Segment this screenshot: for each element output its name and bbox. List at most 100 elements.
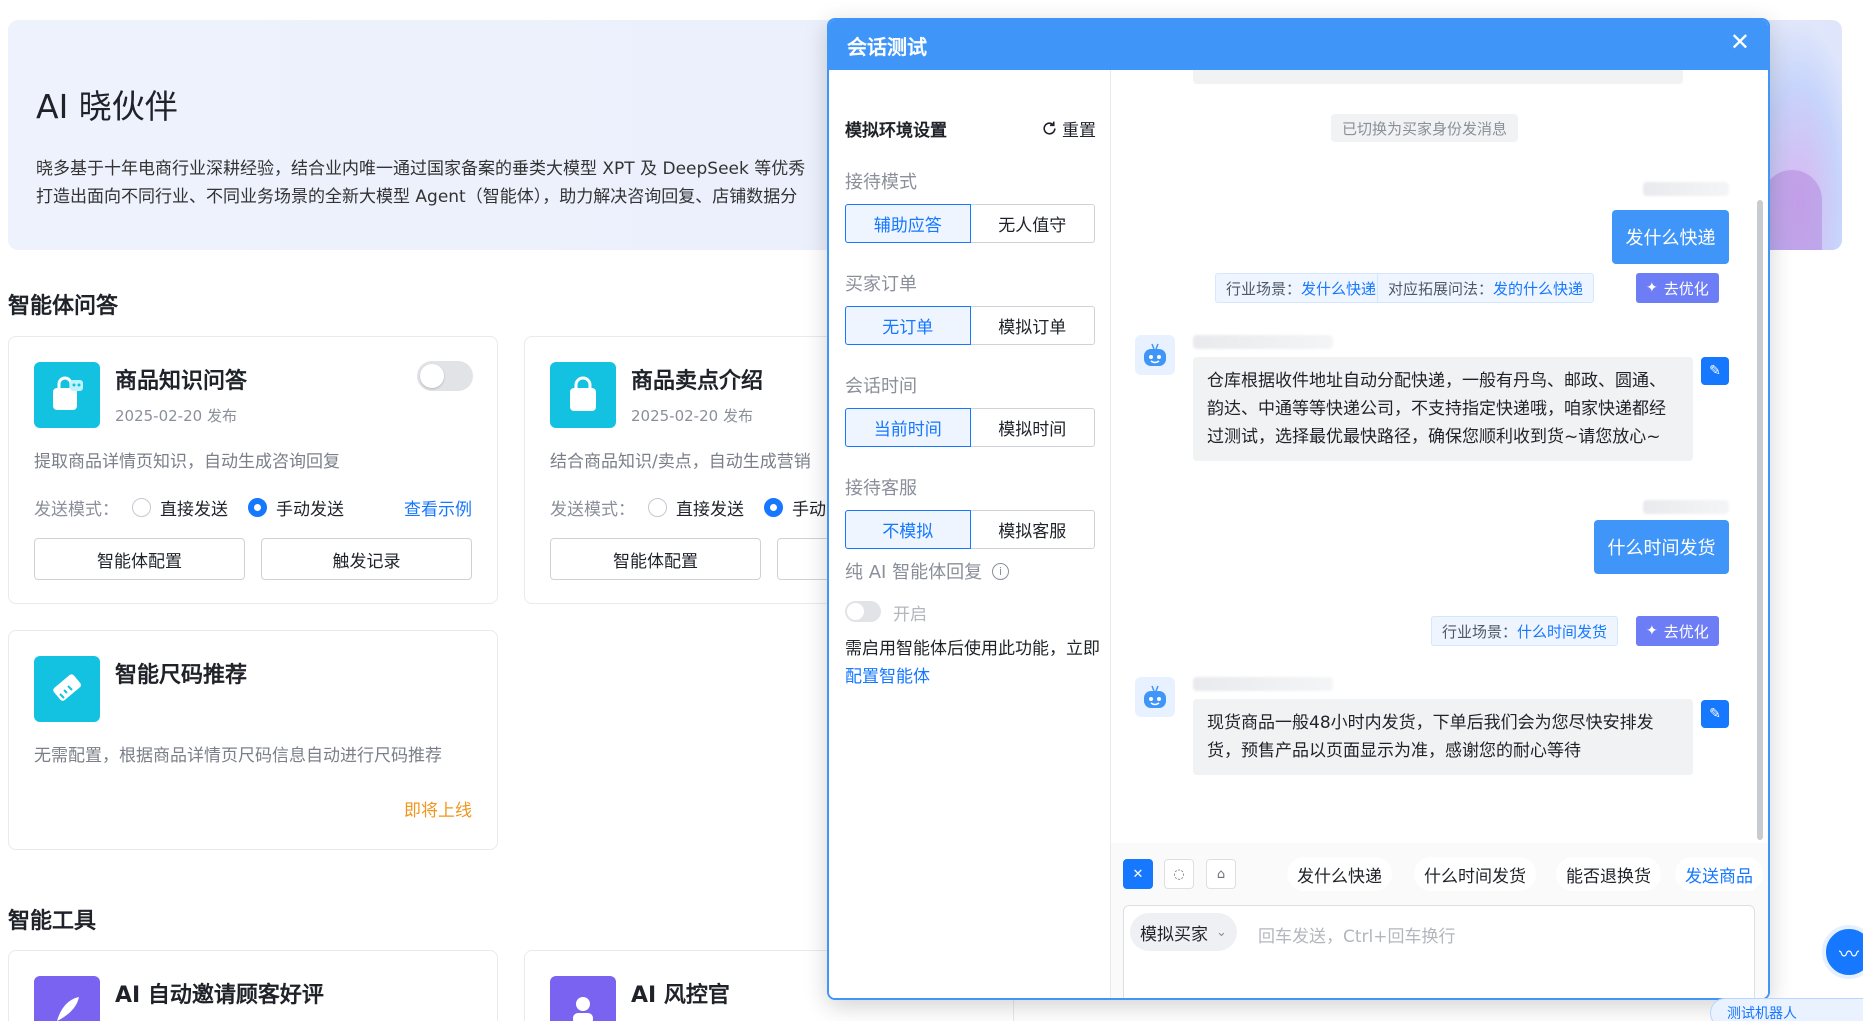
- radio-direct-label: 直接发送: [160, 500, 228, 520]
- radio-manual-label: 手动发送: [276, 500, 344, 520]
- message-input-box[interactable]: 模拟买家 ⌄ 回车发送，Ctrl+回车换行: [1123, 905, 1755, 998]
- chat-input-area: ✕ ◌ ⌂ 发什么快递 什么时间发货 能否退换货 发送商品 模拟买家 ⌄ 回车发…: [1111, 843, 1768, 998]
- banner-desc-line2: 打造出面向不同行业、不同业务场景的全新大模型 Agent（智能体），助力解决咨询…: [36, 187, 798, 207]
- card-auto-review: AI 自动邀请顾客好评: [8, 950, 498, 1021]
- agent-config-button[interactable]: 智能体配置: [34, 538, 245, 580]
- settings-title: 模拟环境设置: [845, 121, 947, 141]
- section-title-agents: 智能体问答: [8, 294, 119, 319]
- seg-mock-time[interactable]: 模拟时间: [970, 408, 1095, 447]
- coming-soon-label: 即将上线: [404, 801, 472, 821]
- banner-title: AI 晓伙伴: [36, 87, 178, 126]
- magic-wand-icon: ✦: [1646, 623, 1658, 639]
- shop-icon[interactable]: ⌂: [1206, 859, 1236, 889]
- seg-mock-order[interactable]: 模拟订单: [970, 306, 1095, 345]
- reception-mode-label: 接待模式: [845, 172, 917, 193]
- edit-icon[interactable]: ✎: [1701, 357, 1729, 385]
- seg-no-order[interactable]: 无订单: [845, 306, 971, 345]
- send-mode-row: 发送模式： 直接发送 手动发送: [34, 495, 362, 520]
- buyer-order-segmented: 无订单 模拟订单: [845, 306, 1095, 345]
- seg-unattended[interactable]: 无人值守: [970, 204, 1095, 243]
- send-mode-label: 发送模式：: [550, 500, 635, 520]
- banner-desc-line1: 晓多基于十年电商行业深耕经验，结合业内唯一通过国家备案的垂类大模型 XPT 及 …: [36, 159, 806, 179]
- info-icon[interactable]: i: [992, 562, 1010, 580]
- card-title: 商品知识问答: [115, 369, 248, 394]
- card-title: AI 自动邀请顾客好评: [115, 983, 324, 1008]
- seg-mock-staff[interactable]: 模拟客服: [970, 510, 1095, 549]
- trigger-record-button[interactable]: 触发记录: [261, 538, 472, 580]
- config-agent-link[interactable]: 配置智能体: [845, 667, 930, 687]
- pure-ai-hint: 需启用智能体后使用此功能，立即 配置智能体: [845, 635, 1100, 691]
- extension-tag-label: 对应拓展问法：: [1388, 279, 1494, 298]
- test-robot-pill[interactable]: 测试机器人: [1710, 998, 1863, 1021]
- clear-icon[interactable]: ✕: [1123, 859, 1153, 889]
- scene-tag-value: 发什么快递: [1301, 279, 1377, 298]
- sender-name-blurred: [1643, 500, 1729, 514]
- magic-wand-icon: ✦: [1646, 280, 1658, 296]
- activity-monitor-icon[interactable]: 〰: [1822, 925, 1863, 979]
- quick-reply-shipping[interactable]: 发什么快递: [1287, 857, 1392, 891]
- chat-test-dialog: 会话测试 ✕ 模拟环境设置 重置 接待模式 辅助应答 无人值守 买家订单 无订单…: [827, 18, 1770, 1000]
- bot-message-bubble: 现货商品一般48小时内发货，下单后我们会为您尽快安排发货，预售产品以页面显示为准…: [1193, 699, 1693, 775]
- radio-manual-send[interactable]: [764, 498, 783, 517]
- radio-direct-label: 直接发送: [676, 500, 744, 520]
- card-description: 提取商品详情页知识，自动生成咨询回复: [34, 452, 340, 472]
- optimize-button[interactable]: ✦ 去优化: [1636, 273, 1719, 303]
- seg-current-time[interactable]: 当前时间: [845, 408, 971, 447]
- card-product-knowledge: 商品知识问答 2025-02-20 发布 提取商品详情页知识，自动生成咨询回复 …: [8, 336, 498, 604]
- send-mode-row: 发送模式： 直接发送 手动: [550, 495, 844, 520]
- publish-date: 2025-02-20 发布: [631, 407, 753, 425]
- feather-icon: [34, 976, 100, 1021]
- chevron-down-icon: ⌄: [1216, 924, 1227, 940]
- edit-icon[interactable]: ✎: [1701, 700, 1729, 728]
- risk-officer-icon: [550, 976, 616, 1021]
- section-title-tools: 智能工具: [8, 909, 97, 934]
- radio-direct-send[interactable]: [132, 498, 151, 517]
- simulation-settings-panel: 模拟环境设置 重置 接待模式 辅助应答 无人值守 买家订单 无订单 模拟订单 会…: [829, 70, 1111, 998]
- radio-manual-label: 手动: [792, 500, 826, 520]
- dialog-title: 会话测试: [847, 35, 927, 59]
- scene-tag: 行业场景： 发什么快递: [1215, 273, 1388, 303]
- reset-button[interactable]: 重置: [1041, 116, 1096, 141]
- quick-reply-ship-time[interactable]: 什么时间发货: [1414, 857, 1536, 891]
- seg-no-mock[interactable]: 不模拟: [845, 510, 971, 549]
- optimize-label: 去优化: [1663, 622, 1709, 641]
- optimize-label: 去优化: [1663, 279, 1709, 298]
- agent-config-button[interactable]: 智能体配置: [550, 538, 761, 580]
- pure-ai-toggle[interactable]: [845, 601, 881, 622]
- robot-icon: [1144, 343, 1166, 366]
- message-input-placeholder: 回车发送，Ctrl+回车换行: [1258, 927, 1456, 947]
- pure-ai-reply-label: 纯 AI 智能体回复 i: [845, 558, 1010, 584]
- pure-ai-toggle-label: 开启: [893, 605, 927, 625]
- banner-description: 晓多基于十年电商行业深耕经验，结合业内唯一通过国家备案的垂类大模型 XPT 及 …: [36, 155, 826, 211]
- reset-label: 重置: [1062, 121, 1096, 141]
- reception-staff-segmented: 不模拟 模拟客服: [845, 510, 1095, 549]
- bot-name-blurred: [1193, 335, 1333, 349]
- mock-buyer-select[interactable]: 模拟买家 ⌄: [1130, 913, 1237, 951]
- reception-staff-label: 接待客服: [845, 478, 917, 499]
- send-mode-label: 发送模式：: [34, 500, 119, 520]
- bot-name-blurred: [1193, 677, 1333, 691]
- ruler-icon: [34, 656, 100, 722]
- card-description: 无需配置，根据商品详情页尺码信息自动进行尺码推荐: [34, 746, 442, 766]
- sticker-icon[interactable]: ◌: [1164, 859, 1194, 889]
- buyer-order-label: 买家订单: [845, 274, 917, 295]
- quick-reply-return[interactable]: 能否退换货: [1556, 857, 1661, 891]
- send-product-button[interactable]: 发送商品: [1675, 857, 1763, 891]
- user-message-bubble: 什么时间发货: [1594, 520, 1729, 574]
- view-example-link[interactable]: 查看示例: [404, 495, 472, 520]
- close-icon[interactable]: ✕: [1730, 28, 1750, 56]
- reception-mode-segmented: 辅助应答 无人值守: [845, 204, 1095, 243]
- bot-message-bubble: 仓库根据收件地址自动分配快递，一般有丹鸟、邮政、圆通、韵达、中通等等快递公司，不…: [1193, 357, 1693, 461]
- shopping-bag-robot-icon: [34, 362, 100, 428]
- enable-toggle[interactable]: [417, 361, 473, 391]
- radio-direct-send[interactable]: [648, 498, 667, 517]
- card-title: 商品卖点介绍: [631, 369, 764, 394]
- radio-manual-send[interactable]: [248, 498, 267, 517]
- seg-assist-reply[interactable]: 辅助应答: [845, 204, 971, 243]
- scene-tag-label: 行业场景：: [1226, 279, 1302, 298]
- chat-scrollbar[interactable]: [1757, 200, 1763, 840]
- scene-tag: 行业场景： 什么时间发货: [1431, 616, 1619, 646]
- chat-panel: 已切换为买家身份发消息 发什么快递 行业场景： 发什么快递 对应拓展问法： 发的什么…: [1111, 70, 1768, 998]
- hint-text: 需启用智能体后使用此功能，立即: [845, 639, 1100, 659]
- optimize-button[interactable]: ✦ 去优化: [1636, 616, 1719, 646]
